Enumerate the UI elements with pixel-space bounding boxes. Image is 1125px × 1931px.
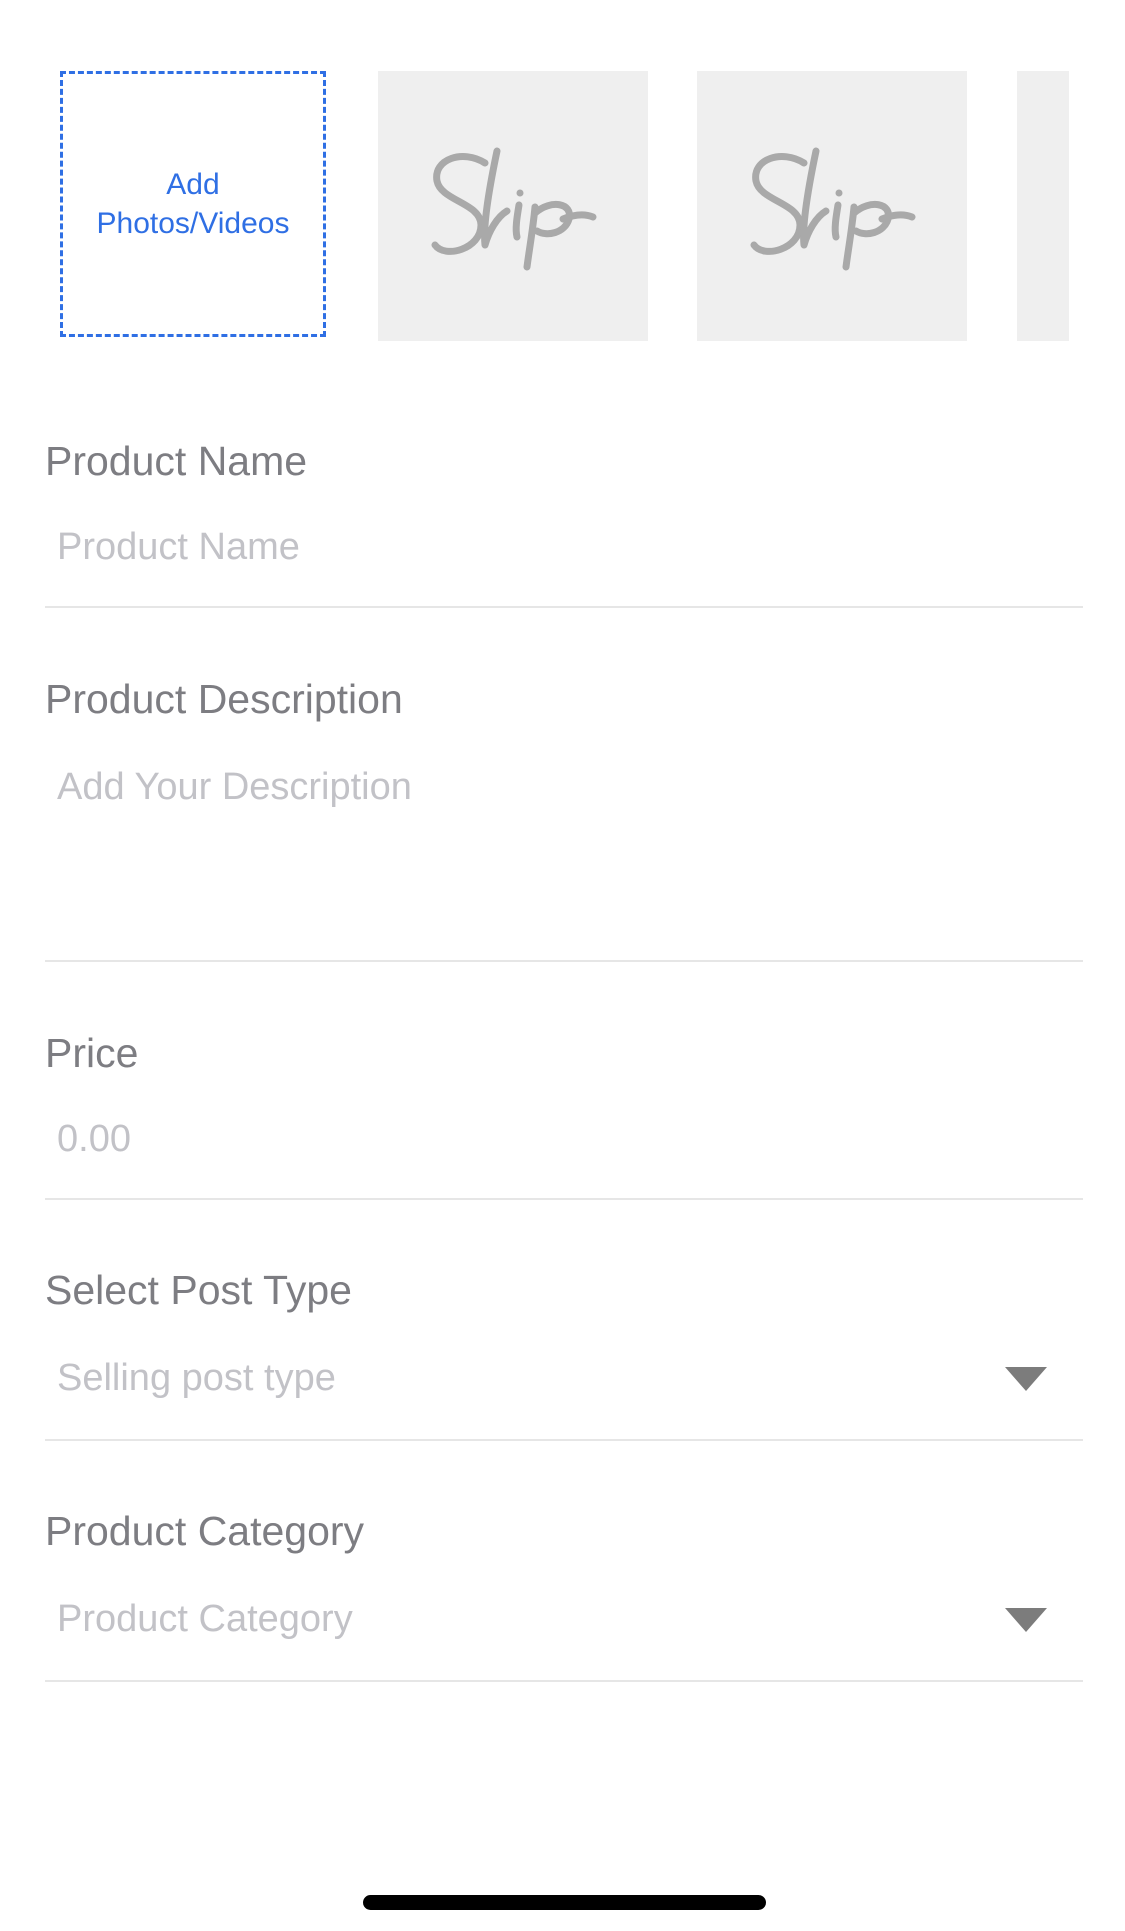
add-button-label-line2: Photos/Videos [96, 207, 290, 240]
dropdown-arrow-icon[interactable] [1005, 1608, 1047, 1632]
product-category-field[interactable]: Product Category Product Category [45, 1500, 1083, 1682]
slip-logo-placeholder-icon [431, 147, 597, 271]
price-field: Price 0.00 [45, 1022, 1083, 1200]
post-type-select[interactable]: Selling post type [57, 1356, 336, 1400]
post-type-field[interactable]: Select Post Type Selling post type [45, 1259, 1083, 1441]
add-button-label-line1: Add [166, 168, 220, 201]
product-description-input[interactable]: Add Your Description [57, 765, 412, 809]
post-type-label: Select Post Type [45, 1267, 352, 1313]
price-label: Price [45, 1030, 139, 1076]
product-description-label: Product Description [45, 676, 403, 722]
home-indicator[interactable] [363, 1895, 766, 1910]
media-carousel[interactable]: Add Photos/Videos [0, 71, 1125, 341]
dropdown-arrow-icon[interactable] [1005, 1367, 1047, 1391]
add-photos-videos-button[interactable]: Add Photos/Videos [60, 71, 326, 337]
product-description-field: Product Description Add Your Description [45, 668, 1083, 962]
media-thumbnail[interactable] [378, 71, 648, 341]
slip-logo-placeholder-icon [750, 147, 916, 271]
price-input[interactable]: 0.00 [57, 1117, 131, 1161]
product-category-label: Product Category [45, 1508, 365, 1554]
product-name-label: Product Name [45, 438, 308, 484]
product-name-field: Product Name Product Name [45, 430, 1083, 608]
product-category-select[interactable]: Product Category [57, 1597, 353, 1641]
product-name-input[interactable]: Product Name [57, 525, 300, 569]
media-thumbnail[interactable] [697, 71, 967, 341]
media-thumbnail-partial[interactable] [1017, 71, 1069, 341]
